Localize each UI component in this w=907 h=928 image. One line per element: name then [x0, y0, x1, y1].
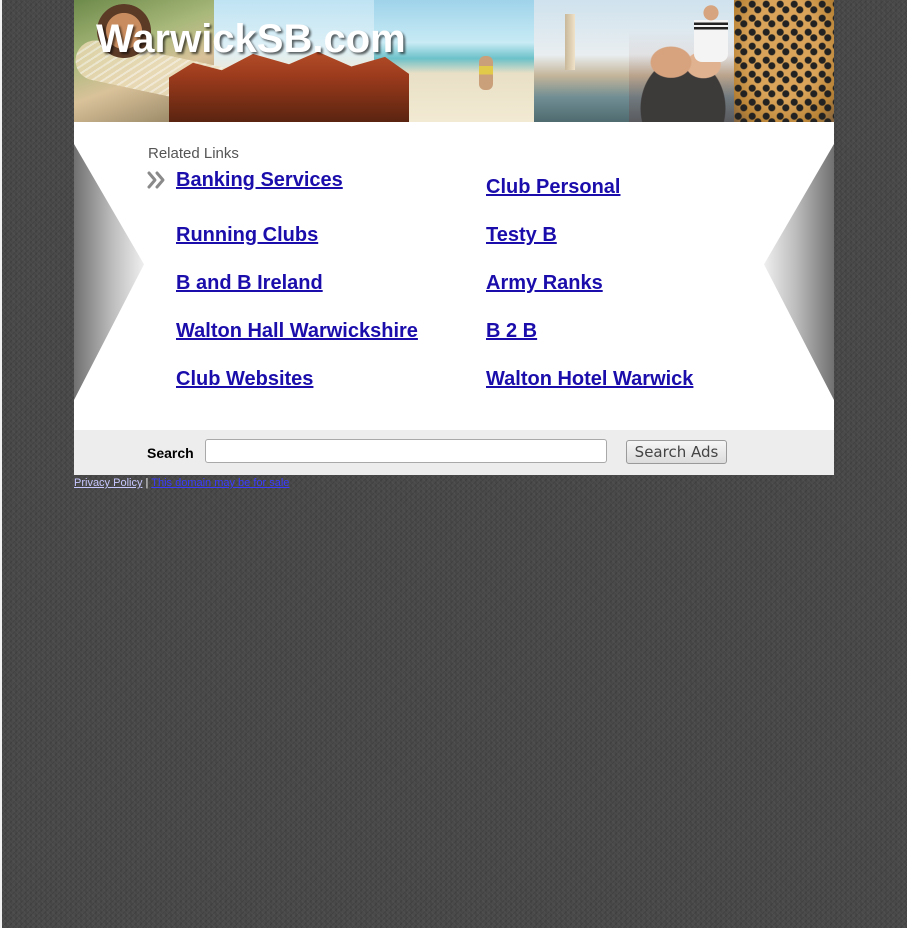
related-links-panel: Related Links Banking Services Running C…	[74, 122, 834, 430]
banner-photo-walker	[479, 56, 493, 90]
site-title: WarwickSB.com	[96, 17, 406, 61]
related-links-heading: Related Links	[148, 145, 239, 162]
related-link[interactable]: Banking Services	[176, 169, 343, 192]
double-chevron-right-icon	[147, 171, 165, 189]
related-link[interactable]: Walton Hall Warwickshire	[176, 320, 418, 343]
page-container: WarwickSB.com Related Links Banking Serv…	[74, 0, 834, 490]
footer: Privacy Policy | This domain may be for …	[74, 476, 834, 490]
related-link[interactable]: Army Ranks	[486, 272, 603, 295]
search-input[interactable]	[205, 439, 607, 463]
related-link[interactable]: Testy B	[486, 224, 557, 247]
related-link[interactable]: B and B Ireland	[176, 272, 323, 295]
decorative-left-wedge	[74, 144, 144, 400]
search-ads-button[interactable]: Search Ads	[626, 440, 727, 464]
related-link[interactable]: Club Websites	[176, 368, 313, 391]
decorative-right-wedge	[764, 144, 834, 400]
banner-photo-gondolier	[694, 2, 728, 62]
related-link[interactable]: Running Clubs	[176, 224, 318, 247]
search-label: Search	[147, 445, 194, 461]
related-link[interactable]: B 2 B	[486, 320, 537, 343]
page-edge-strip	[0, 0, 2, 928]
related-link[interactable]: Walton Hotel Warwick	[486, 368, 693, 391]
header-banner: WarwickSB.com	[74, 0, 834, 122]
banner-photo-couple	[629, 30, 749, 122]
banner-photo-tower	[565, 14, 575, 70]
search-bar: Search Search Ads	[74, 430, 834, 475]
privacy-policy-link[interactable]: Privacy Policy	[74, 477, 142, 489]
footer-separator: |	[145, 477, 149, 489]
banner-photo-cheetah	[734, 0, 834, 122]
related-link[interactable]: Club Personal	[486, 176, 620, 199]
domain-for-sale-link[interactable]: This domain may be for sale	[151, 477, 289, 489]
